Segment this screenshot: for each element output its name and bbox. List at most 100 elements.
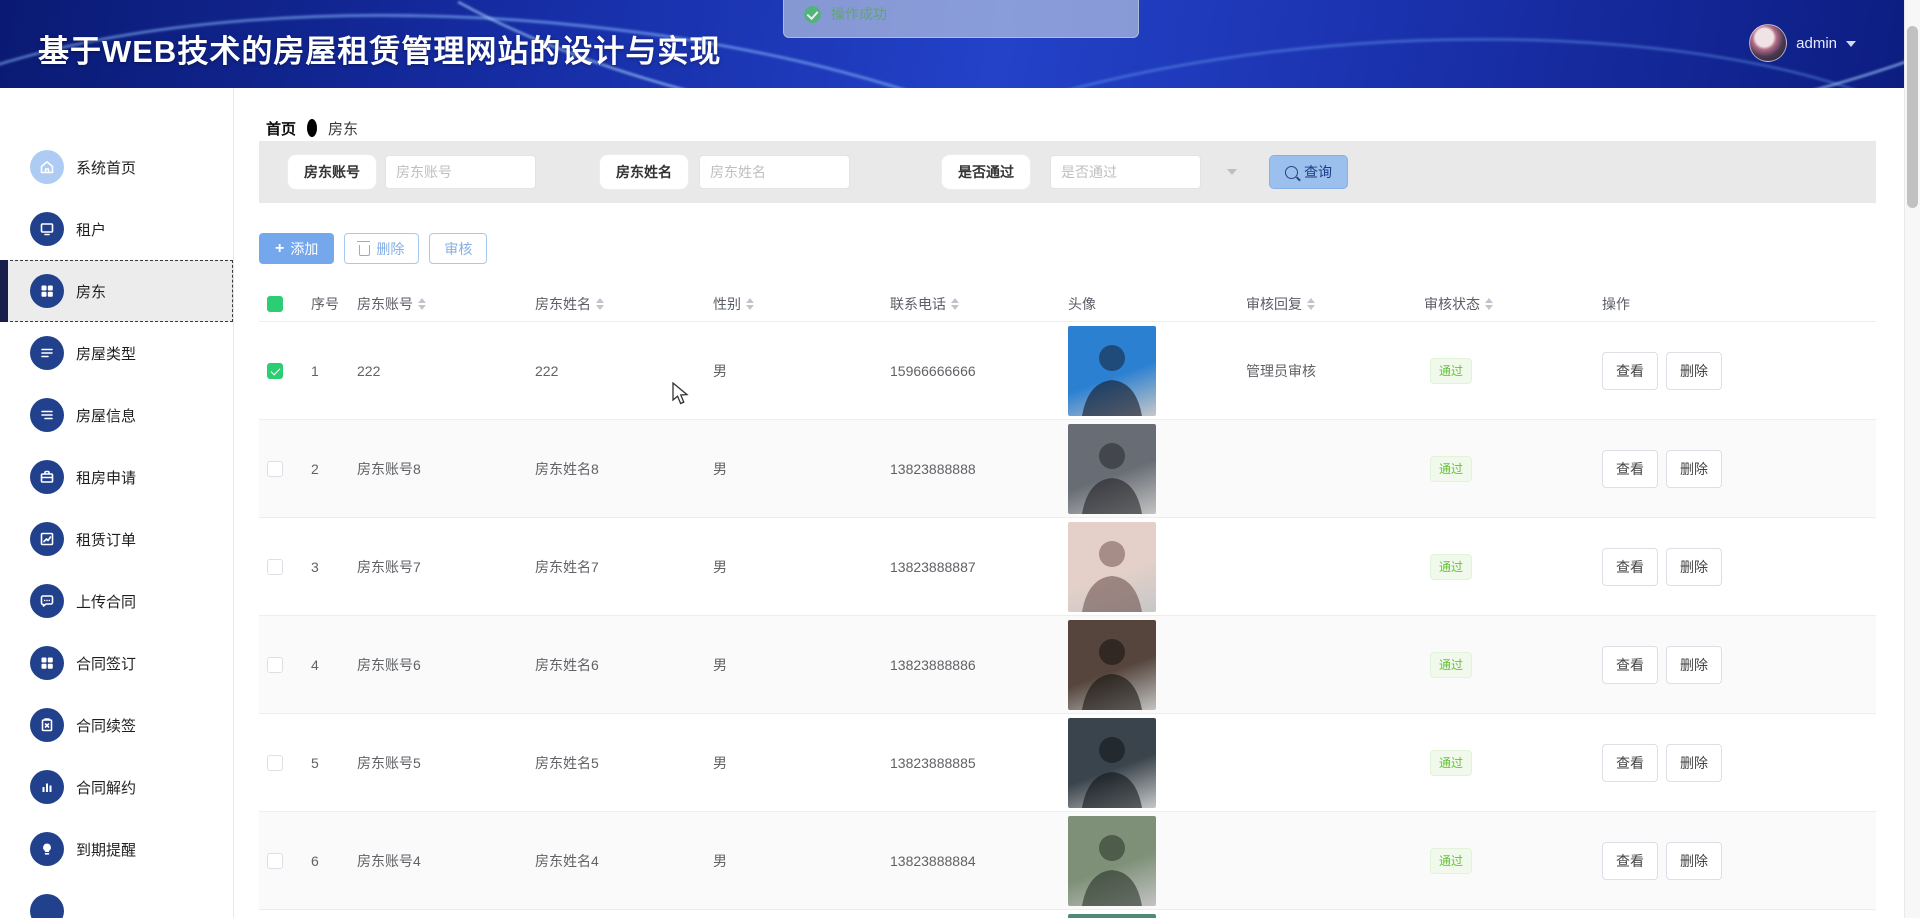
avatar[interactable] xyxy=(1068,914,1156,918)
row-delete-button[interactable]: 删除 xyxy=(1666,548,1722,586)
status-badge: 通过 xyxy=(1430,358,1472,384)
plus-icon: + xyxy=(275,241,284,257)
select-chevron-icon[interactable] xyxy=(1227,169,1237,175)
row-checkbox[interactable] xyxy=(267,363,283,379)
sidebar-item-expiry-reminder[interactable]: 到期提醒 xyxy=(0,818,233,880)
avatar[interactable] xyxy=(1068,424,1156,514)
row-name: 222 xyxy=(527,363,705,379)
avatar[interactable] xyxy=(1068,522,1156,612)
sidebar-item-rent-order[interactable]: 租赁订单 xyxy=(0,508,233,570)
col-phone[interactable]: 联系电话 xyxy=(882,294,1060,314)
name-input[interactable] xyxy=(699,155,850,189)
avatar[interactable] xyxy=(1068,816,1156,906)
pass-label: 是否通过 xyxy=(942,155,1030,189)
breadcrumb-current: 房东 xyxy=(328,118,358,139)
sidebar-item-label: 到期提醒 xyxy=(76,839,136,860)
user-avatar[interactable] xyxy=(1749,24,1787,62)
sidebar-item-contract-sign[interactable]: 合同签订 xyxy=(0,632,233,694)
row-delete-button[interactable]: 删除 xyxy=(1666,842,1722,880)
sidebar-item-partial[interactable] xyxy=(0,880,233,918)
scrollbar-thumb[interactable] xyxy=(1907,26,1918,208)
sidebar-item-house-info[interactable]: 房屋信息 xyxy=(0,384,233,446)
col-status[interactable]: 审核状态 xyxy=(1416,294,1594,314)
row-phone: 13823888884 xyxy=(882,853,1060,869)
delete-button[interactable]: 删除 xyxy=(344,233,419,264)
sidebar-item-contract-cancel[interactable]: 合同解约 xyxy=(0,756,233,818)
select-all-checkbox[interactable] xyxy=(267,296,283,312)
site-title: 基于WEB技术的房屋租赁管理网站的设计与实现 xyxy=(38,26,721,71)
account-input[interactable] xyxy=(385,155,536,189)
success-check-icon xyxy=(804,6,821,23)
avatar[interactable] xyxy=(1068,326,1156,416)
row-checkbox[interactable] xyxy=(267,755,283,771)
table-row: 2 房东账号8 房东姓名8 男 13823888888 通过 查看 删除 xyxy=(259,420,1876,518)
account-label: 房东账号 xyxy=(288,155,376,189)
col-account[interactable]: 房东账号 xyxy=(349,294,527,314)
audit-button-label: 审核 xyxy=(444,239,472,259)
row-checkbox[interactable] xyxy=(267,461,283,477)
sidebar-item-label: 租户 xyxy=(76,219,106,240)
view-button[interactable]: 查看 xyxy=(1602,744,1658,782)
sidebar-item-rent-apply[interactable]: 租房申请 xyxy=(0,446,233,508)
sidebar-item-label: 租赁订单 xyxy=(76,529,136,550)
user-menu[interactable]: admin xyxy=(1749,24,1856,62)
breadcrumb-home[interactable]: 首页 xyxy=(266,118,296,139)
sort-caret-icon[interactable] xyxy=(1485,298,1493,310)
add-button-label: 添加 xyxy=(290,239,318,259)
row-no: 2 xyxy=(303,461,349,477)
view-button[interactable]: 查看 xyxy=(1602,352,1658,390)
row-delete-button[interactable]: 删除 xyxy=(1666,646,1722,684)
row-checkbox[interactable] xyxy=(267,853,283,869)
sidebar-item-label: 上传合同 xyxy=(76,591,136,612)
audit-button[interactable]: 审核 xyxy=(429,233,487,264)
view-button[interactable]: 查看 xyxy=(1602,646,1658,684)
row-delete-button[interactable]: 删除 xyxy=(1666,450,1722,488)
table-row-partial xyxy=(259,910,1876,918)
row-gender: 男 xyxy=(705,557,882,577)
row-checkbox[interactable] xyxy=(267,657,283,673)
avatar[interactable] xyxy=(1068,620,1156,710)
row-account: 222 xyxy=(349,363,527,379)
landlord-table: 序号 房东账号 房东姓名 性别 联系电话 头像 审核回复 审核状态 操作 1 2… xyxy=(259,286,1876,918)
row-account: 房东账号4 xyxy=(349,851,527,871)
page-scrollbar[interactable] xyxy=(1904,0,1920,918)
grid-icon xyxy=(30,646,64,680)
pass-select[interactable] xyxy=(1050,155,1201,189)
row-delete-button[interactable]: 删除 xyxy=(1666,744,1722,782)
sidebar-item-upload-contract[interactable]: 上传合同 xyxy=(0,570,233,632)
table-row: 6 房东账号4 房东姓名4 男 13823888884 通过 查看 删除 xyxy=(259,812,1876,910)
col-name[interactable]: 房东姓名 xyxy=(527,294,705,314)
table-header-row: 序号 房东账号 房东姓名 性别 联系电话 头像 审核回复 审核状态 操作 xyxy=(259,286,1876,322)
sort-caret-icon[interactable] xyxy=(596,298,604,310)
chevron-down-icon xyxy=(1846,41,1856,47)
sidebar-item-home[interactable]: 系统首页 xyxy=(0,136,233,198)
view-button[interactable]: 查看 xyxy=(1602,450,1658,488)
main-content: 首页 房东 房东账号 房东姓名 是否通过 查询 + 添加 xyxy=(234,88,1920,918)
sort-caret-icon[interactable] xyxy=(746,298,754,310)
sidebar-item-landlord[interactable]: 房东 xyxy=(0,260,233,322)
row-checkbox[interactable] xyxy=(267,559,283,575)
view-button[interactable]: 查看 xyxy=(1602,842,1658,880)
briefcase-icon xyxy=(30,460,64,494)
sidebar-item-contract-renew[interactable]: 合同续签 xyxy=(0,694,233,756)
row-phone: 13823888885 xyxy=(882,755,1060,771)
add-button[interactable]: + 添加 xyxy=(259,233,334,264)
sidebar-item-house-type[interactable]: 房屋类型 xyxy=(0,322,233,384)
sort-caret-icon[interactable] xyxy=(1307,298,1315,310)
status-badge: 通过 xyxy=(1430,848,1472,874)
row-phone: 13823888887 xyxy=(882,559,1060,575)
row-delete-button[interactable]: 删除 xyxy=(1666,352,1722,390)
row-gender: 男 xyxy=(705,753,882,773)
row-gender: 男 xyxy=(705,851,882,871)
table-row: 5 房东账号5 房东姓名5 男 13823888885 通过 查看 删除 xyxy=(259,714,1876,812)
sort-caret-icon[interactable] xyxy=(951,298,959,310)
sidebar-item-tenant[interactable]: 租户 xyxy=(0,198,233,260)
avatar[interactable] xyxy=(1068,718,1156,808)
sort-caret-icon[interactable] xyxy=(418,298,426,310)
col-gender[interactable]: 性别 xyxy=(705,294,882,314)
search-filter-bar: 房东账号 房东姓名 是否通过 查询 xyxy=(259,141,1876,203)
col-reply[interactable]: 审核回复 xyxy=(1238,294,1416,314)
table-toolbar: + 添加 删除 审核 xyxy=(259,233,1920,264)
query-button[interactable]: 查询 xyxy=(1269,155,1348,189)
view-button[interactable]: 查看 xyxy=(1602,548,1658,586)
